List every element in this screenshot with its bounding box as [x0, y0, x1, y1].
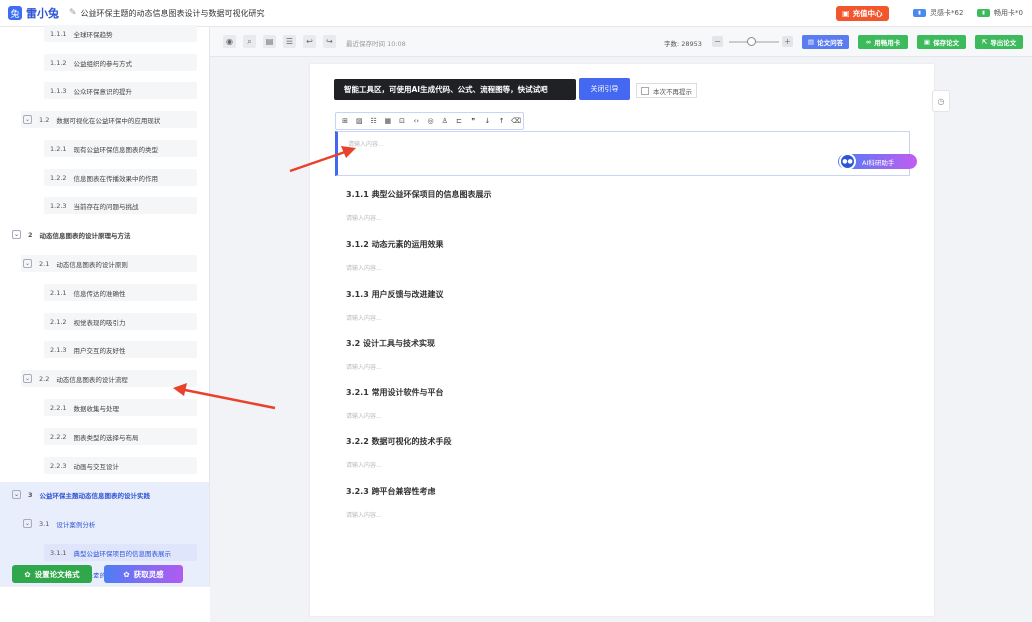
arrow-to-toc [173, 383, 276, 410]
arrow-to-editor [289, 146, 356, 173]
annotation-arrows [173, 146, 356, 410]
